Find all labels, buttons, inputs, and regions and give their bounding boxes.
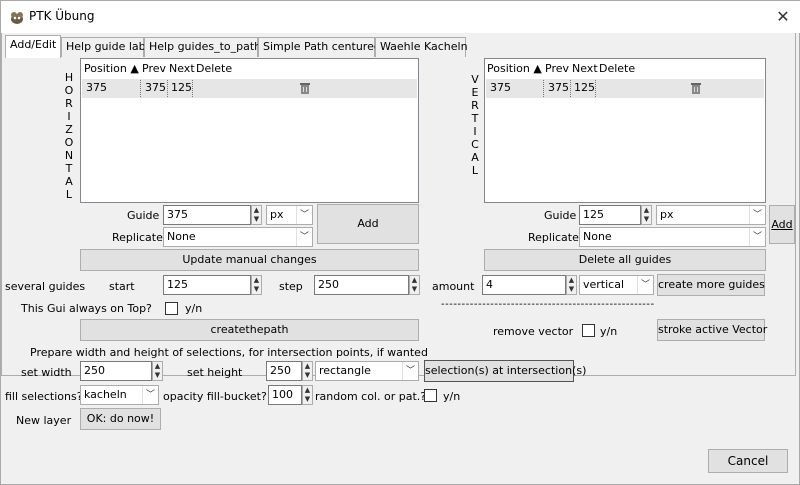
horizontal-guides-table[interactable]: Position ▲ Prev Next Delete 375 375 125	[80, 58, 419, 203]
opacity-label: opacity fill-bucket?!	[163, 390, 272, 403]
set-height-input[interactable]: 250	[266, 361, 302, 381]
direction-select[interactable]: vertical ﹀	[579, 275, 654, 295]
chevron-down-icon: ﹀	[402, 362, 418, 380]
random-yn: y/n	[443, 390, 461, 403]
tab-waehle-kacheln[interactable]: Waehle Kacheln	[375, 37, 468, 57]
column-header-next[interactable]: Next	[169, 62, 195, 78]
stroke-active-vector-button[interactable]: stroke active Vector	[657, 319, 767, 341]
step-label: step	[279, 280, 303, 293]
start-spinner[interactable]: ▲ ▼	[251, 275, 262, 295]
set-width-input[interactable]: 250	[80, 361, 152, 381]
tab-help-guide-lab[interactable]: Help guide lab	[61, 37, 146, 57]
tab-help-guides-to-path[interactable]: Help guides_to_path	[144, 37, 261, 57]
cancel-button[interactable]: Cancel	[708, 449, 788, 473]
vertical-guide-input[interactable]: 125	[579, 205, 641, 225]
trash-icon[interactable]	[300, 83, 310, 94]
fill-selections-label: fill selections?!	[5, 390, 87, 403]
selection-shape-select[interactable]: rectangle ﹀	[315, 361, 419, 381]
chevron-down-icon: ﹀	[142, 386, 158, 404]
remove-vector-checkbox[interactable]	[582, 324, 595, 337]
step-spinner[interactable]: ▲ ▼	[409, 275, 420, 295]
set-height-label: set height	[187, 366, 243, 379]
replicate-label: Replicate	[528, 231, 579, 244]
column-header-delete[interactable]: Delete	[196, 62, 232, 78]
cell-position: 375	[86, 81, 107, 94]
amount-spinner[interactable]: ▲ ▼	[566, 275, 577, 295]
tab-add-edit[interactable]: Add/Edit	[5, 35, 61, 58]
always-on-top-yn: y/n	[185, 302, 203, 315]
random-checkbox[interactable]	[424, 389, 437, 402]
vertical-guide-spinner[interactable]: ▲ ▼	[641, 205, 652, 225]
horizontal-unit-select[interactable]: px ﹀	[266, 205, 313, 225]
cell-prev: 375	[548, 81, 569, 94]
guide-label: Guide	[544, 209, 577, 222]
remove-vector-label: remove vector	[493, 325, 574, 338]
table-row[interactable]	[486, 79, 764, 98]
opacity-input[interactable]: 100	[268, 385, 302, 405]
start-input[interactable]: 125	[163, 275, 251, 295]
tab-simple-path-centured[interactable]: Simple Path centured	[258, 37, 381, 57]
replicate-label: Replicate	[112, 231, 163, 244]
chevron-down-icon: ﹀	[749, 206, 765, 224]
new-layer-label: New layer	[16, 414, 72, 427]
vertical-guides-table[interactable]: Position ▲ Prev Next Delete 375 375 125	[484, 58, 766, 203]
horizontal-guide-input[interactable]: 375	[163, 205, 251, 225]
always-on-top-label: This Gui always on Top?	[21, 302, 152, 315]
vertical-add-button[interactable]: Add	[769, 205, 795, 244]
amount-input[interactable]: 4	[482, 275, 566, 295]
random-label: random col. or pat.?!	[315, 390, 431, 403]
horizontal-add-button[interactable]: Add	[317, 204, 419, 244]
horizontal-guide-spinner[interactable]: ▲ ▼	[251, 205, 262, 225]
create-the-path-button[interactable]: createthepath	[80, 319, 419, 341]
chevron-down-icon: ﹀	[749, 228, 765, 246]
trash-icon[interactable]	[691, 83, 701, 94]
chevron-down-icon: ﹀	[296, 228, 312, 246]
create-more-guides-button[interactable]: create more guides	[657, 274, 765, 296]
prepare-selections-text: Prepare width and height of selections, …	[30, 346, 428, 359]
cell-prev: 375	[145, 81, 166, 94]
close-icon[interactable]: ✕	[771, 6, 795, 28]
title-bar: PTK Übung ✕	[1, 1, 800, 33]
remove-vector-yn: y/n	[600, 325, 618, 338]
cell-next: 125	[574, 81, 595, 94]
separator-dashes: ----------------------------------------…	[441, 299, 655, 310]
window-title: PTK Übung	[29, 9, 95, 23]
column-header-delete[interactable]: Delete	[599, 62, 635, 78]
chevron-down-icon: ﹀	[637, 276, 653, 294]
horizontal-side-label: H O R I Z O N T A L	[64, 71, 74, 201]
gimp-icon	[9, 9, 25, 25]
column-header-position[interactable]: Position ▲	[487, 62, 542, 78]
step-input[interactable]: 250	[314, 275, 409, 295]
dialog-window: PTK Übung ✕ Add/Edit Help guide lab Help…	[0, 0, 800, 485]
set-height-spinner[interactable]: ▲ ▼	[302, 361, 313, 381]
amount-label: amount	[432, 280, 475, 293]
update-manual-changes-button[interactable]: Update manual changes	[80, 249, 419, 271]
several-guides-label: several guides	[5, 280, 86, 293]
vertical-side-label: V E R T I C A L	[471, 73, 479, 177]
set-width-spinner[interactable]: ▲ ▼	[152, 361, 163, 381]
vertical-unit-select[interactable]: px ﹀	[656, 205, 766, 225]
vertical-replicate-select[interactable]: None ﹀	[579, 227, 766, 247]
horizontal-replicate-select[interactable]: None ﹀	[163, 227, 313, 247]
column-header-prev[interactable]: Prev	[142, 62, 166, 78]
column-header-position[interactable]: Position ▲	[84, 62, 139, 78]
ok-do-now-button[interactable]: OK: do now!	[80, 408, 161, 430]
guide-label: Guide	[127, 209, 160, 222]
selection-at-intersection-button[interactable]: selection(s) at intersection(s)	[424, 360, 586, 382]
cell-next: 125	[171, 81, 192, 94]
cell-position: 375	[490, 81, 511, 94]
always-on-top-checkbox[interactable]	[165, 302, 178, 315]
table-row[interactable]	[82, 79, 417, 98]
column-header-next[interactable]: Next	[572, 62, 598, 78]
chevron-down-icon: ﹀	[296, 206, 312, 224]
delete-all-guides-button[interactable]: Delete all guides	[484, 249, 766, 271]
start-label: start	[109, 280, 135, 293]
fill-selections-select[interactable]: kacheln ﹀	[80, 385, 159, 405]
column-header-prev[interactable]: Prev	[545, 62, 569, 78]
opacity-spinner[interactable]: ▲ ▼	[302, 385, 313, 405]
set-width-label: set width	[21, 366, 72, 379]
